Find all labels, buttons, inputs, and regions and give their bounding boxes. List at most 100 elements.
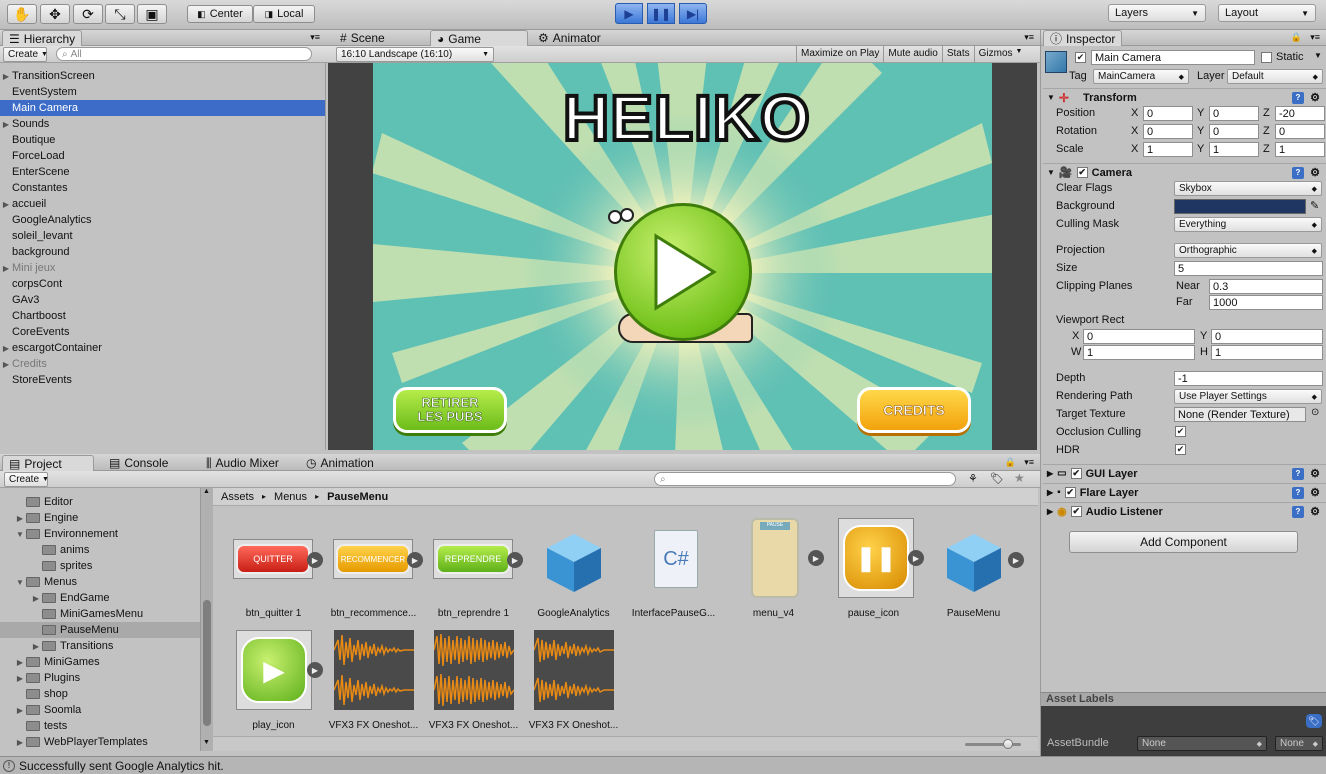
- breadcrumb-pausemenu[interactable]: PauseMenu: [327, 491, 388, 503]
- expand-arrow-icon[interactable]: ▶: [14, 738, 26, 747]
- project-search-input[interactable]: ⌕: [654, 472, 956, 486]
- play-button[interactable]: ▶: [615, 3, 643, 24]
- expand-arrow-icon[interactable]: ▶: [307, 552, 323, 568]
- hierarchy-item[interactable]: ▶ Sounds: [0, 116, 325, 132]
- asset-item[interactable]: GoogleAnalytics: [526, 516, 621, 626]
- expand-arrow-icon[interactable]: ▶: [407, 552, 423, 568]
- tab-project[interactable]: ▤ Project: [2, 455, 94, 471]
- rotation-y-field[interactable]: 0: [1209, 124, 1259, 139]
- folder-item[interactable]: MiniGamesMenu: [0, 606, 200, 622]
- camera-enabled-checkbox[interactable]: ✔: [1076, 167, 1088, 178]
- asset-item[interactable]: ▶ PauseMenu: [926, 516, 1024, 626]
- rendering-path-dropdown[interactable]: Use Player Settings ◆: [1174, 389, 1322, 404]
- clear-flags-dropdown[interactable]: Skybox ◆: [1174, 181, 1322, 196]
- far-field[interactable]: 1000: [1209, 295, 1323, 310]
- hierarchy-item[interactable]: GoogleAnalytics: [0, 212, 325, 228]
- hierarchy-item[interactable]: EventSystem: [0, 84, 325, 100]
- hierarchy-item[interactable]: ▶ Credits: [0, 356, 325, 372]
- rotation-x-field[interactable]: 0: [1143, 124, 1193, 139]
- filter-by-type-icon[interactable]: ⚘: [968, 472, 978, 485]
- tab-scene[interactable]: # Scene: [334, 30, 391, 46]
- hierarchy-item[interactable]: Boutique: [0, 132, 325, 148]
- folder-item[interactable]: ▼ Environnement: [0, 526, 200, 542]
- hierarchy-item[interactable]: ▶ escargotContainer: [0, 340, 325, 356]
- scale-x-field[interactable]: 1: [1143, 142, 1193, 157]
- help-icon[interactable]: ?: [1292, 467, 1304, 480]
- scale-y-field[interactable]: 1: [1209, 142, 1259, 157]
- viewport-y-field[interactable]: 0: [1211, 329, 1323, 344]
- step-button[interactable]: ▶|: [679, 3, 707, 24]
- tree-scrollbar[interactable]: ▲ ▼: [200, 488, 213, 751]
- folder-item[interactable]: ▶ Engine: [0, 510, 200, 526]
- expand-arrow-icon[interactable]: ▶: [14, 658, 26, 667]
- asset-item[interactable]: C# InterfacePauseG...: [626, 516, 721, 626]
- audio-listener-component-header[interactable]: ▶ ◉ ✔ Audio Listener ? ⚙: [1043, 502, 1326, 520]
- expand-arrow-icon[interactable]: ▶: [0, 72, 12, 81]
- expand-arrow-icon[interactable]: ▶: [0, 360, 12, 369]
- pivot-local-button[interactable]: ◨ Local: [253, 5, 315, 23]
- hierarchy-item[interactable]: ▶ Mini jeux: [0, 260, 325, 276]
- occlusion-culling-checkbox[interactable]: ✔: [1175, 426, 1186, 437]
- projection-dropdown[interactable]: Orthographic ◆: [1174, 243, 1322, 258]
- add-component-button[interactable]: Add Component: [1069, 531, 1298, 553]
- flare-layer-checkbox[interactable]: ✔: [1064, 487, 1076, 498]
- tab-animation[interactable]: ◷ Animation: [300, 455, 380, 471]
- hand-tool-icon[interactable]: ✋: [7, 4, 37, 24]
- expand-arrow-icon[interactable]: ▶: [0, 120, 12, 129]
- pause-button[interactable]: ❚❚: [647, 3, 675, 24]
- depth-field[interactable]: -1: [1174, 371, 1323, 386]
- hierarchy-item[interactable]: Chartboost: [0, 308, 325, 324]
- breadcrumb-menus[interactable]: Menus: [274, 491, 307, 503]
- asset-item[interactable]: VFX3 FX Oneshot...: [526, 628, 621, 734]
- folder-item[interactable]: ▶ EndGame: [0, 590, 200, 606]
- near-field[interactable]: 0.3: [1209, 279, 1323, 294]
- panel-menu-icon[interactable]: ▾≡: [1024, 457, 1034, 468]
- play-game-button[interactable]: [614, 203, 752, 341]
- settings-gear-icon[interactable]: ⚙: [1310, 166, 1320, 179]
- hierarchy-item[interactable]: background: [0, 244, 325, 260]
- hierarchy-create-dropdown[interactable]: Create ▼: [3, 47, 48, 62]
- flare-layer-component-header[interactable]: ▶ ▪ ✔ Flare Layer ? ⚙: [1043, 483, 1326, 501]
- hierarchy-item[interactable]: ▶ TransitionScreen: [0, 68, 325, 84]
- rotation-z-field[interactable]: 0: [1275, 124, 1325, 139]
- scale-tool-icon[interactable]: ⤡: [105, 4, 135, 24]
- lock-icon[interactable]: 🔒: [1291, 32, 1302, 43]
- position-x-field[interactable]: 0: [1143, 106, 1193, 121]
- help-icon[interactable]: ?: [1292, 486, 1304, 499]
- hierarchy-item[interactable]: StoreEvents: [0, 372, 325, 388]
- tree-scrollbar-thumb[interactable]: [203, 600, 211, 726]
- rotate-tool-icon[interactable]: ⟳: [73, 4, 103, 24]
- expand-arrow-icon[interactable]: ▶: [1008, 552, 1024, 568]
- hierarchy-item[interactable]: Main Camera: [0, 100, 325, 116]
- scroll-down-icon[interactable]: ▼: [203, 739, 210, 746]
- position-z-field[interactable]: -20: [1275, 106, 1325, 121]
- folder-item[interactable]: sprites: [0, 558, 200, 574]
- credits-button[interactable]: CREDITS: [857, 387, 971, 433]
- help-icon[interactable]: ?: [1292, 166, 1304, 179]
- layout-dropdown[interactable]: Layout ▼: [1218, 4, 1316, 22]
- folder-item[interactable]: ▶ Soomla: [0, 702, 200, 718]
- expand-arrow-icon[interactable]: ▶: [14, 514, 26, 523]
- folder-item[interactable]: ▶ Plugins: [0, 670, 200, 686]
- expand-arrow-icon[interactable]: ▼: [14, 578, 26, 587]
- remove-ads-button[interactable]: RETIRER LES PUBS: [393, 387, 507, 433]
- expand-arrow-icon[interactable]: ▶: [0, 264, 12, 273]
- rect-tool-icon[interactable]: ▣: [137, 4, 167, 24]
- tab-game[interactable]: ◕ Game: [430, 30, 528, 46]
- static-checkbox[interactable]: [1261, 52, 1272, 63]
- breadcrumb-assets[interactable]: Assets: [221, 491, 254, 503]
- expand-arrow-icon[interactable]: ▶: [507, 552, 523, 568]
- folder-item[interactable]: ▶ WebPlayerTemplates: [0, 734, 200, 750]
- target-texture-field[interactable]: None (Render Texture): [1174, 407, 1306, 422]
- folder-item[interactable]: PauseMenu: [0, 622, 200, 638]
- tab-audio-mixer[interactable]: ⫼ Audio Mixer: [200, 455, 285, 471]
- label-tag-icon[interactable]: 🏷: [1306, 714, 1322, 728]
- asset-item[interactable]: QUITTER ▶ btn_quitter 1: [226, 516, 323, 626]
- layers-dropdown[interactable]: Layers ▼: [1108, 4, 1206, 22]
- asset-item[interactable]: ▶ ▶ play_icon: [226, 628, 323, 734]
- gui-layer-checkbox[interactable]: ✔: [1070, 468, 1082, 479]
- hdr-checkbox[interactable]: ✔: [1175, 444, 1186, 455]
- viewport-w-field[interactable]: 1: [1083, 345, 1195, 360]
- asset-item[interactable]: ❚❚ ▶ pause_icon: [826, 508, 924, 626]
- viewport-x-field[interactable]: 0: [1083, 329, 1195, 344]
